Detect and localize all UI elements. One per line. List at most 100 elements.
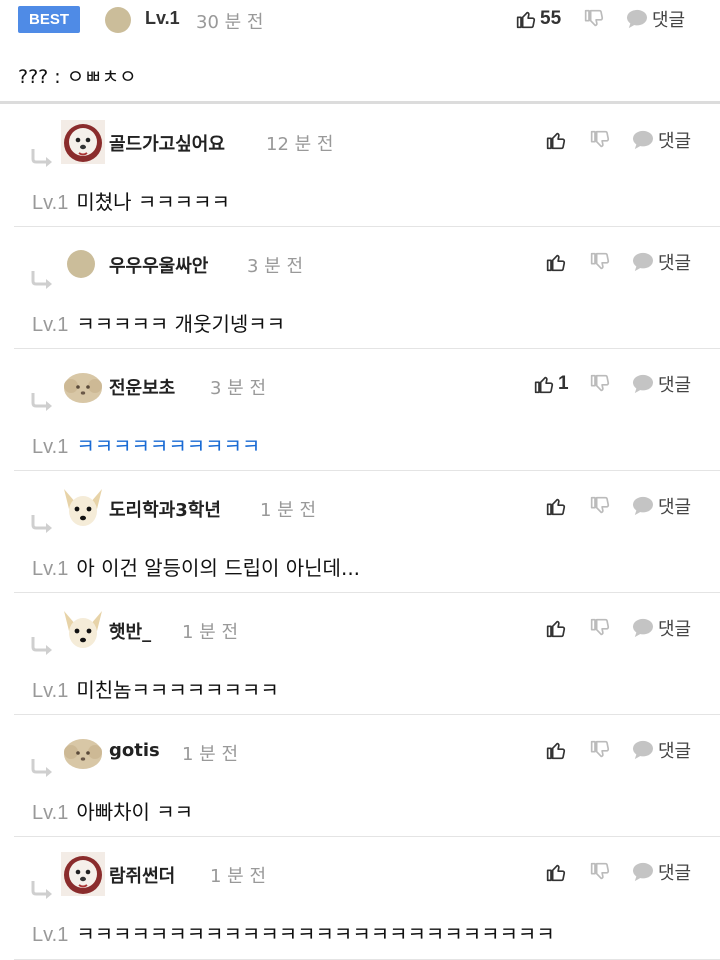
timestamp: 3 분 전 [247,256,304,277]
timestamp: 1 분 전 [260,500,317,521]
reply-label: 댓글 [652,10,686,31]
dog-fluffy-icon[interactable] [60,119,106,165]
username[interactable]: 람쥐썬더 [109,862,175,888]
dislike-button[interactable] [590,369,610,399]
username[interactable]: 도리학과3학년 [109,496,221,522]
dislike-button[interactable] [590,613,610,643]
reply-button[interactable]: 댓글 [632,735,691,765]
like-count: 55 [540,8,562,29]
comment-text: Lv.1 아빠차이 ㅋㅋ [32,796,193,825]
comment-list: BEST Lv.1 30 분 전 55 댓글 ???: ㅇㅃㅊㅇ 골드가고싶어… [0,0,720,960]
reply-button[interactable]: 댓글 [632,491,691,521]
default-avatar-icon[interactable] [104,6,132,34]
default-avatar-icon[interactable] [66,249,96,279]
dislike-button[interactable] [590,857,610,887]
like-button[interactable] [546,613,566,643]
comment-text: Lv.1 아 이건 알등이의 드립이 아닌데... [32,552,360,581]
thumbs-up-icon [546,620,566,638]
thumbs-up-icon [516,11,536,29]
comment-text: Lv.1 미친놈ㅋㅋㅋㅋㅋㅋㅋㅋ [32,674,279,703]
thumbs-down-icon [590,252,610,270]
poodle-icon[interactable] [60,363,106,409]
username[interactable]: 우우우울싸안 [109,252,208,278]
speech-bubble-icon [633,862,653,882]
comment-actions: 댓글 [546,125,706,155]
like-button[interactable] [546,735,566,765]
comment-text: Lv.1 ㅋㅋㅋㅋㅋ 개웃기넹ㅋㅋ [32,308,285,337]
like-button[interactable] [546,125,566,155]
best-comment: BEST Lv.1 30 분 전 55 댓글 ???: ㅇㅃㅊㅇ [0,0,720,104]
username[interactable]: gotis [109,740,160,761]
thumbs-up-icon [534,376,554,394]
like-count: 1 [558,373,569,394]
reply-arrow-icon [31,393,52,411]
chihuahua-icon[interactable] [60,607,106,653]
reply-arrow-icon [31,637,52,655]
comment-actions: 댓글 [546,857,706,887]
user-level: Lv.1 [145,8,180,28]
user-level: Lv.1 [32,802,69,824]
thumbs-down-icon [590,618,610,636]
reply-arrow-icon [31,271,52,289]
timestamp: 1 분 전 [210,866,267,887]
dislike-button[interactable] [590,735,610,765]
user-level: Lv.1 [32,680,69,702]
like-button[interactable] [546,857,566,887]
comment-text-content: 아 이건 알등이의 드립이 아닌데... [76,556,361,580]
reply-label: 댓글 [658,741,692,762]
reply-item: 우우우울싸안 3 분 전 댓글 Lv.1 ㅋㅋㅋㅋㅋ 개웃기넹ㅋㅋ [14,227,720,349]
dislike-button[interactable] [590,491,610,521]
reply-button[interactable]: 댓글 [626,4,685,34]
comment-text: ??? : ㅇㅃㅊㅇ [18,66,137,88]
dislike-button[interactable] [590,125,610,155]
reply-item: 골드가고싶어요 12 분 전 댓글 Lv.1 미쳤나 ㅋㅋㅋㅋㅋ [14,105,720,227]
timestamp: 12 분 전 [266,134,334,155]
like-button[interactable]: 1 [534,369,569,399]
speech-bubble-icon [633,130,653,150]
user-level: Lv.1 [32,192,69,214]
user-level: Lv.1 [32,314,69,336]
reply-label: 댓글 [658,497,692,518]
like-button[interactable]: 55 [516,4,561,34]
dislike-button[interactable] [590,247,610,277]
comment-actions: 댓글 [546,613,706,643]
reply-button[interactable]: 댓글 [632,247,691,277]
dog-fluffy-icon[interactable] [60,851,106,897]
username[interactable]: 골드가고싶어요 [109,130,225,156]
speech-bubble-icon [633,374,653,394]
comment-actions: 댓글 [546,491,706,521]
reply-button[interactable]: 댓글 [632,613,691,643]
thumbs-down-icon [590,130,610,148]
best-comment-header: BEST Lv.1 30 분 전 55 댓글 [0,0,720,38]
thumbs-down-icon [584,9,604,27]
reply-arrow-icon [31,515,52,533]
username[interactable]: 전운보초 [109,374,175,400]
reply-button[interactable]: 댓글 [632,857,691,887]
like-button[interactable] [546,491,566,521]
reply-button[interactable]: 댓글 [632,125,691,155]
poodle-icon[interactable] [60,729,106,775]
comment-actions: 1 댓글 [534,369,706,399]
comment-text-content: ㅋㅋㅋㅋㅋㅋㅋㅋㅋㅋㅋㅋㅋㅋㅋㅋㅋㅋㅋㅋㅋㅋㅋㅋㅋㅋ [76,922,555,946]
comment-actions: 55 댓글 [516,4,706,34]
thumbs-up-icon [546,864,566,882]
chihuahua-icon[interactable] [60,485,106,531]
reply-item: 도리학과3학년 1 분 전 댓글 Lv.1 아 이건 알등이의 드립이 아닌데..… [14,471,720,593]
thumbs-down-icon [590,862,610,880]
reply-label: 댓글 [658,131,692,152]
thumbs-down-icon [590,496,610,514]
username[interactable]: 햇반_ [109,618,151,644]
like-button[interactable] [546,247,566,277]
dislike-button[interactable] [584,4,604,34]
reply-button[interactable]: 댓글 [632,369,691,399]
reply-item: 햇반_ 1 분 전 댓글 Lv.1 미친놈ㅋㅋㅋㅋㅋㅋㅋㅋ [14,593,720,715]
comment-text: Lv.1 ㅋㅋㅋㅋㅋㅋㅋㅋㅋㅋ [32,430,260,459]
reply-item: gotis 1 분 전 댓글 Lv.1 아빠차이 ㅋㅋ [14,715,720,837]
user-level: Lv.1 [32,924,69,946]
speech-bubble-icon [633,252,653,272]
comment-text-content: ㅋㅋㅋㅋㅋㅋㅋㅋㅋㅋ [76,434,261,458]
user-level: Lv.1 [32,558,69,580]
comment-text: Lv.1 미쳤나 ㅋㅋㅋㅋㅋ [32,186,230,215]
reply-label: 댓글 [658,253,692,274]
reply-arrow-icon [31,881,52,899]
